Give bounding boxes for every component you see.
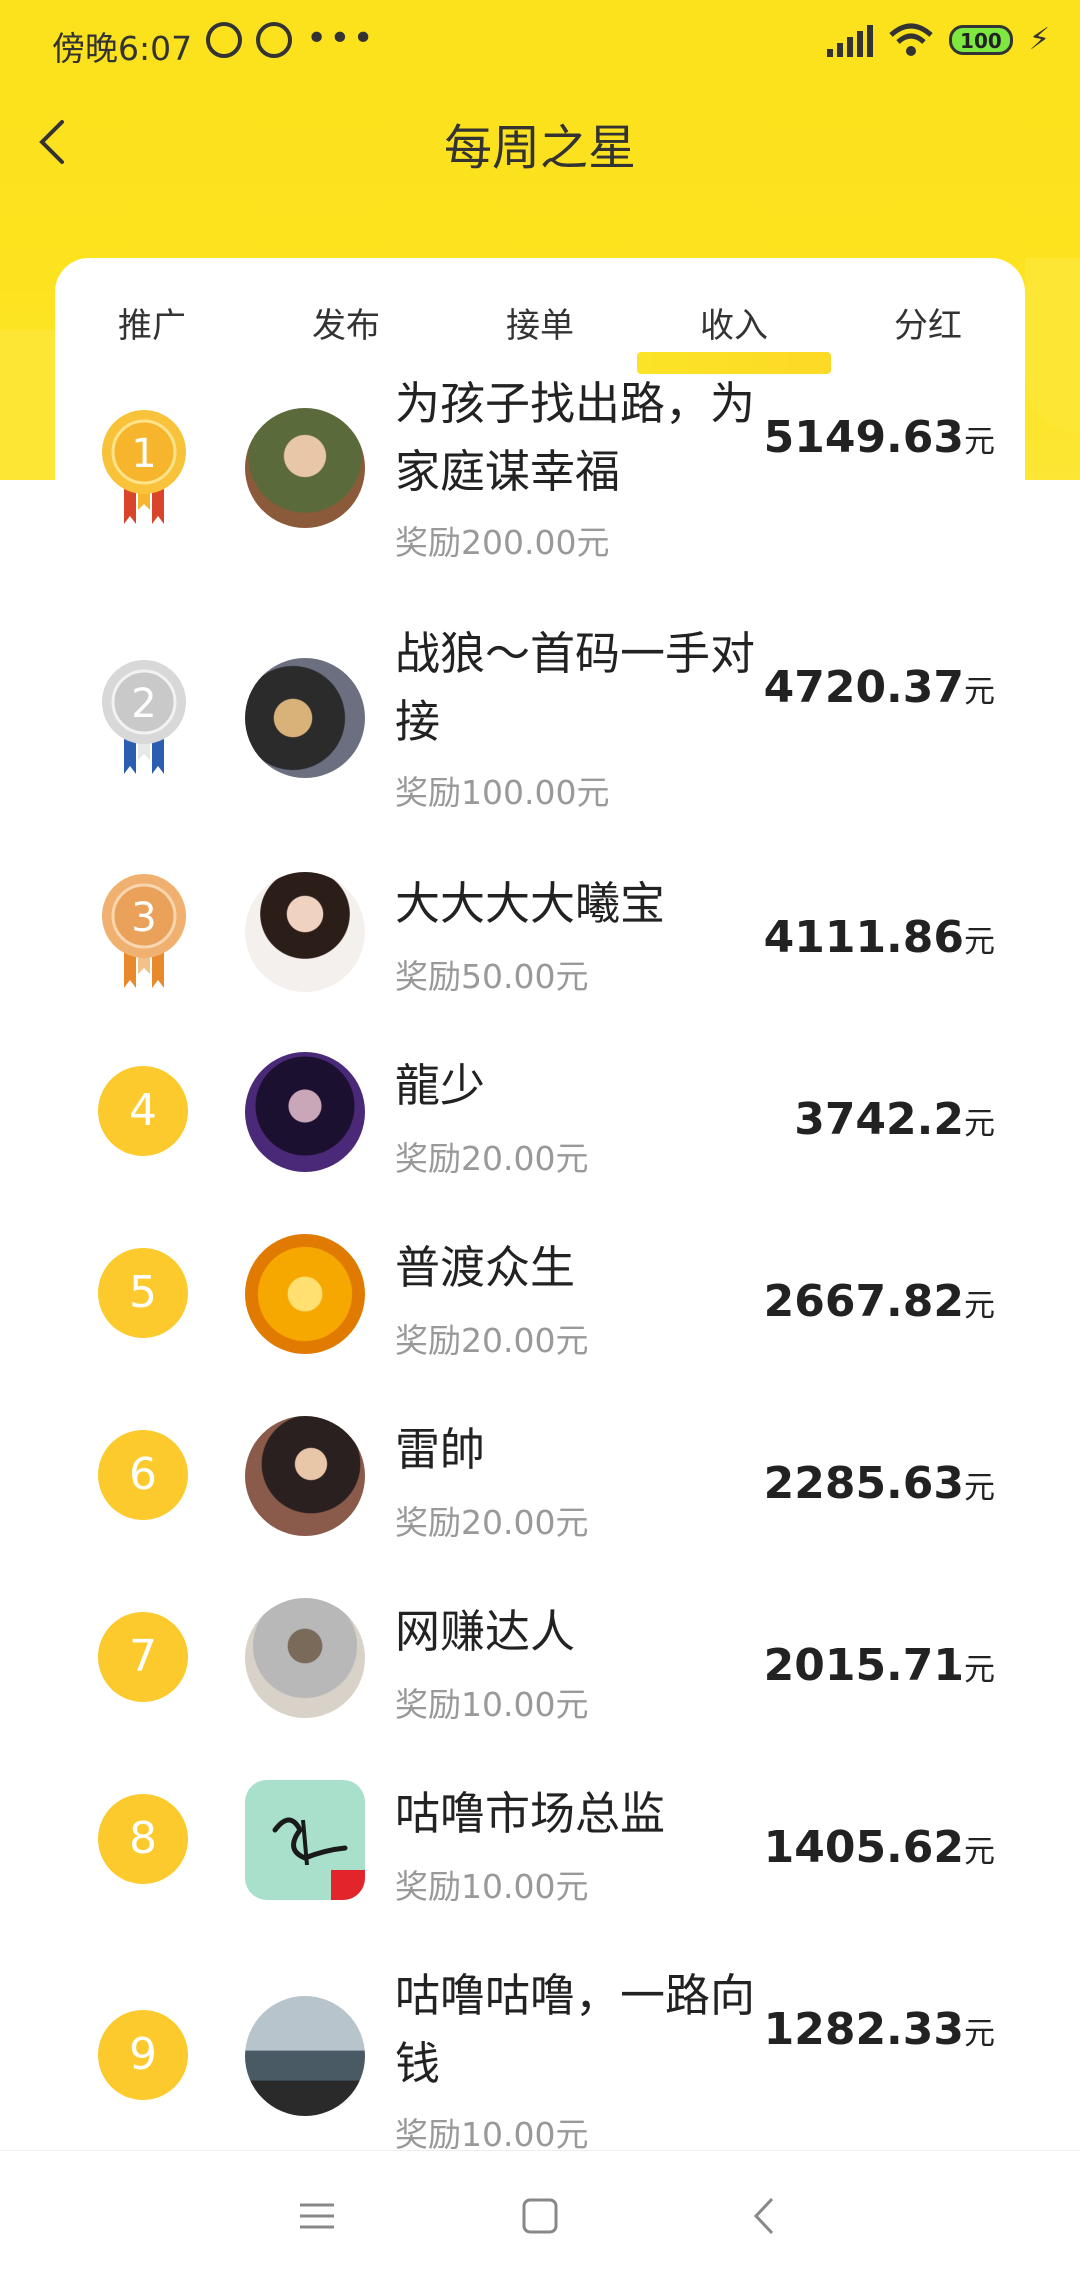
rank-badge: 5 (98, 1248, 188, 1338)
battery-icon: 100 (948, 24, 1013, 55)
tab-dividend[interactable]: 分红 (831, 298, 1025, 347)
income-amount: 1282.33元 (763, 2004, 995, 2055)
user-name: 龍少 (395, 1059, 486, 1112)
rank-badge: 9 (98, 2010, 188, 2100)
user-avatar[interactable] (245, 1234, 365, 1354)
back-icon[interactable] (740, 2191, 790, 2241)
user-name: 网赚达人 (395, 1605, 576, 1658)
user-name: 为孩子找出路，为家庭谋幸福 (395, 377, 756, 498)
user-avatar[interactable] (245, 872, 365, 992)
header-background-right (1025, 258, 1080, 433)
user-avatar[interactable] (245, 658, 365, 778)
wifi-icon (889, 23, 933, 56)
reward-text: 奖励20.00元 (395, 1321, 589, 1360)
svg-text:3: 3 (131, 895, 156, 941)
reward-text: 奖励10.00元 (395, 1867, 589, 1906)
tab-promote[interactable]: 推广 (55, 298, 249, 347)
user-avatar[interactable] (245, 1052, 365, 1172)
rank-badge: 4 (98, 1066, 188, 1156)
rank-badge: 6 (98, 1430, 188, 1520)
user-avatar[interactable] (245, 408, 365, 528)
tab-bar: 推广 发布 接单 收入 分红 (55, 290, 1025, 374)
rank-badge: 8 (98, 1794, 188, 1884)
bronze-medal-icon: 3 (102, 874, 186, 988)
income-amount: 2667.82元 (763, 1276, 995, 1327)
income-amount: 2015.71元 (763, 1640, 995, 1691)
user-name: 大大大大曦宝 (395, 877, 666, 930)
income-amount: 3742.2元 (794, 1094, 995, 1145)
status-bar: 傍晚6:07 ••• 100 ⚡ (0, 0, 1080, 90)
reward-text: 奖励50.00元 (395, 957, 589, 996)
user-name: 雷帥 (395, 1423, 486, 1476)
user-avatar[interactable] (245, 1598, 365, 1718)
gold-medal-icon: 1 (102, 410, 186, 524)
user-avatar[interactable] (245, 1996, 365, 2116)
tab-orders[interactable]: 接单 (443, 298, 637, 347)
status-time: 傍晚6:07 (52, 29, 193, 68)
user-avatar[interactable] (245, 1780, 365, 1900)
reward-text: 奖励10.00元 (395, 2115, 589, 2154)
home-icon[interactable] (515, 2191, 565, 2241)
rank-badge: 7 (98, 1612, 188, 1702)
income-amount: 2285.63元 (763, 1458, 995, 1509)
tab-publish[interactable]: 发布 (249, 298, 443, 347)
menu-icon[interactable] (292, 2191, 342, 2241)
system-navigation-bar (0, 2150, 1080, 2281)
income-amount: 1405.62元 (763, 1822, 995, 1873)
user-name: 战狼～首码一手对接 (395, 627, 756, 748)
silver-medal-icon: 2 (102, 660, 186, 774)
reward-text: 奖励100.00元 (395, 773, 610, 812)
reward-text: 奖励200.00元 (395, 523, 610, 562)
svg-text:2: 2 (131, 681, 156, 727)
tab-income[interactable]: 收入 (637, 298, 831, 347)
user-name: 咕噜咕噜，一路向钱 (395, 1969, 756, 2090)
notification-icon (256, 22, 292, 58)
more-notifications-icon: ••• (306, 18, 376, 59)
calligraphy-logo (272, 1817, 365, 1900)
income-amount: 5149.63元 (763, 412, 995, 463)
header-background-left (0, 330, 55, 480)
income-amount: 4111.86元 (763, 912, 995, 963)
user-name: 咕噜市场总监 (395, 1787, 666, 1840)
user-name: 普渡众生 (395, 1241, 576, 1294)
user-avatar[interactable] (245, 1416, 365, 1536)
reward-text: 奖励20.00元 (395, 1139, 589, 1178)
reward-text: 奖励20.00元 (395, 1503, 589, 1542)
notification-icon (206, 22, 242, 58)
signal-icon (826, 23, 873, 57)
page-title: 每周之星 (443, 120, 636, 176)
income-amount: 4720.37元 (763, 662, 995, 713)
charging-icon: ⚡ (1028, 22, 1050, 57)
reward-text: 奖励10.00元 (395, 1685, 589, 1724)
svg-text:1: 1 (131, 431, 156, 477)
